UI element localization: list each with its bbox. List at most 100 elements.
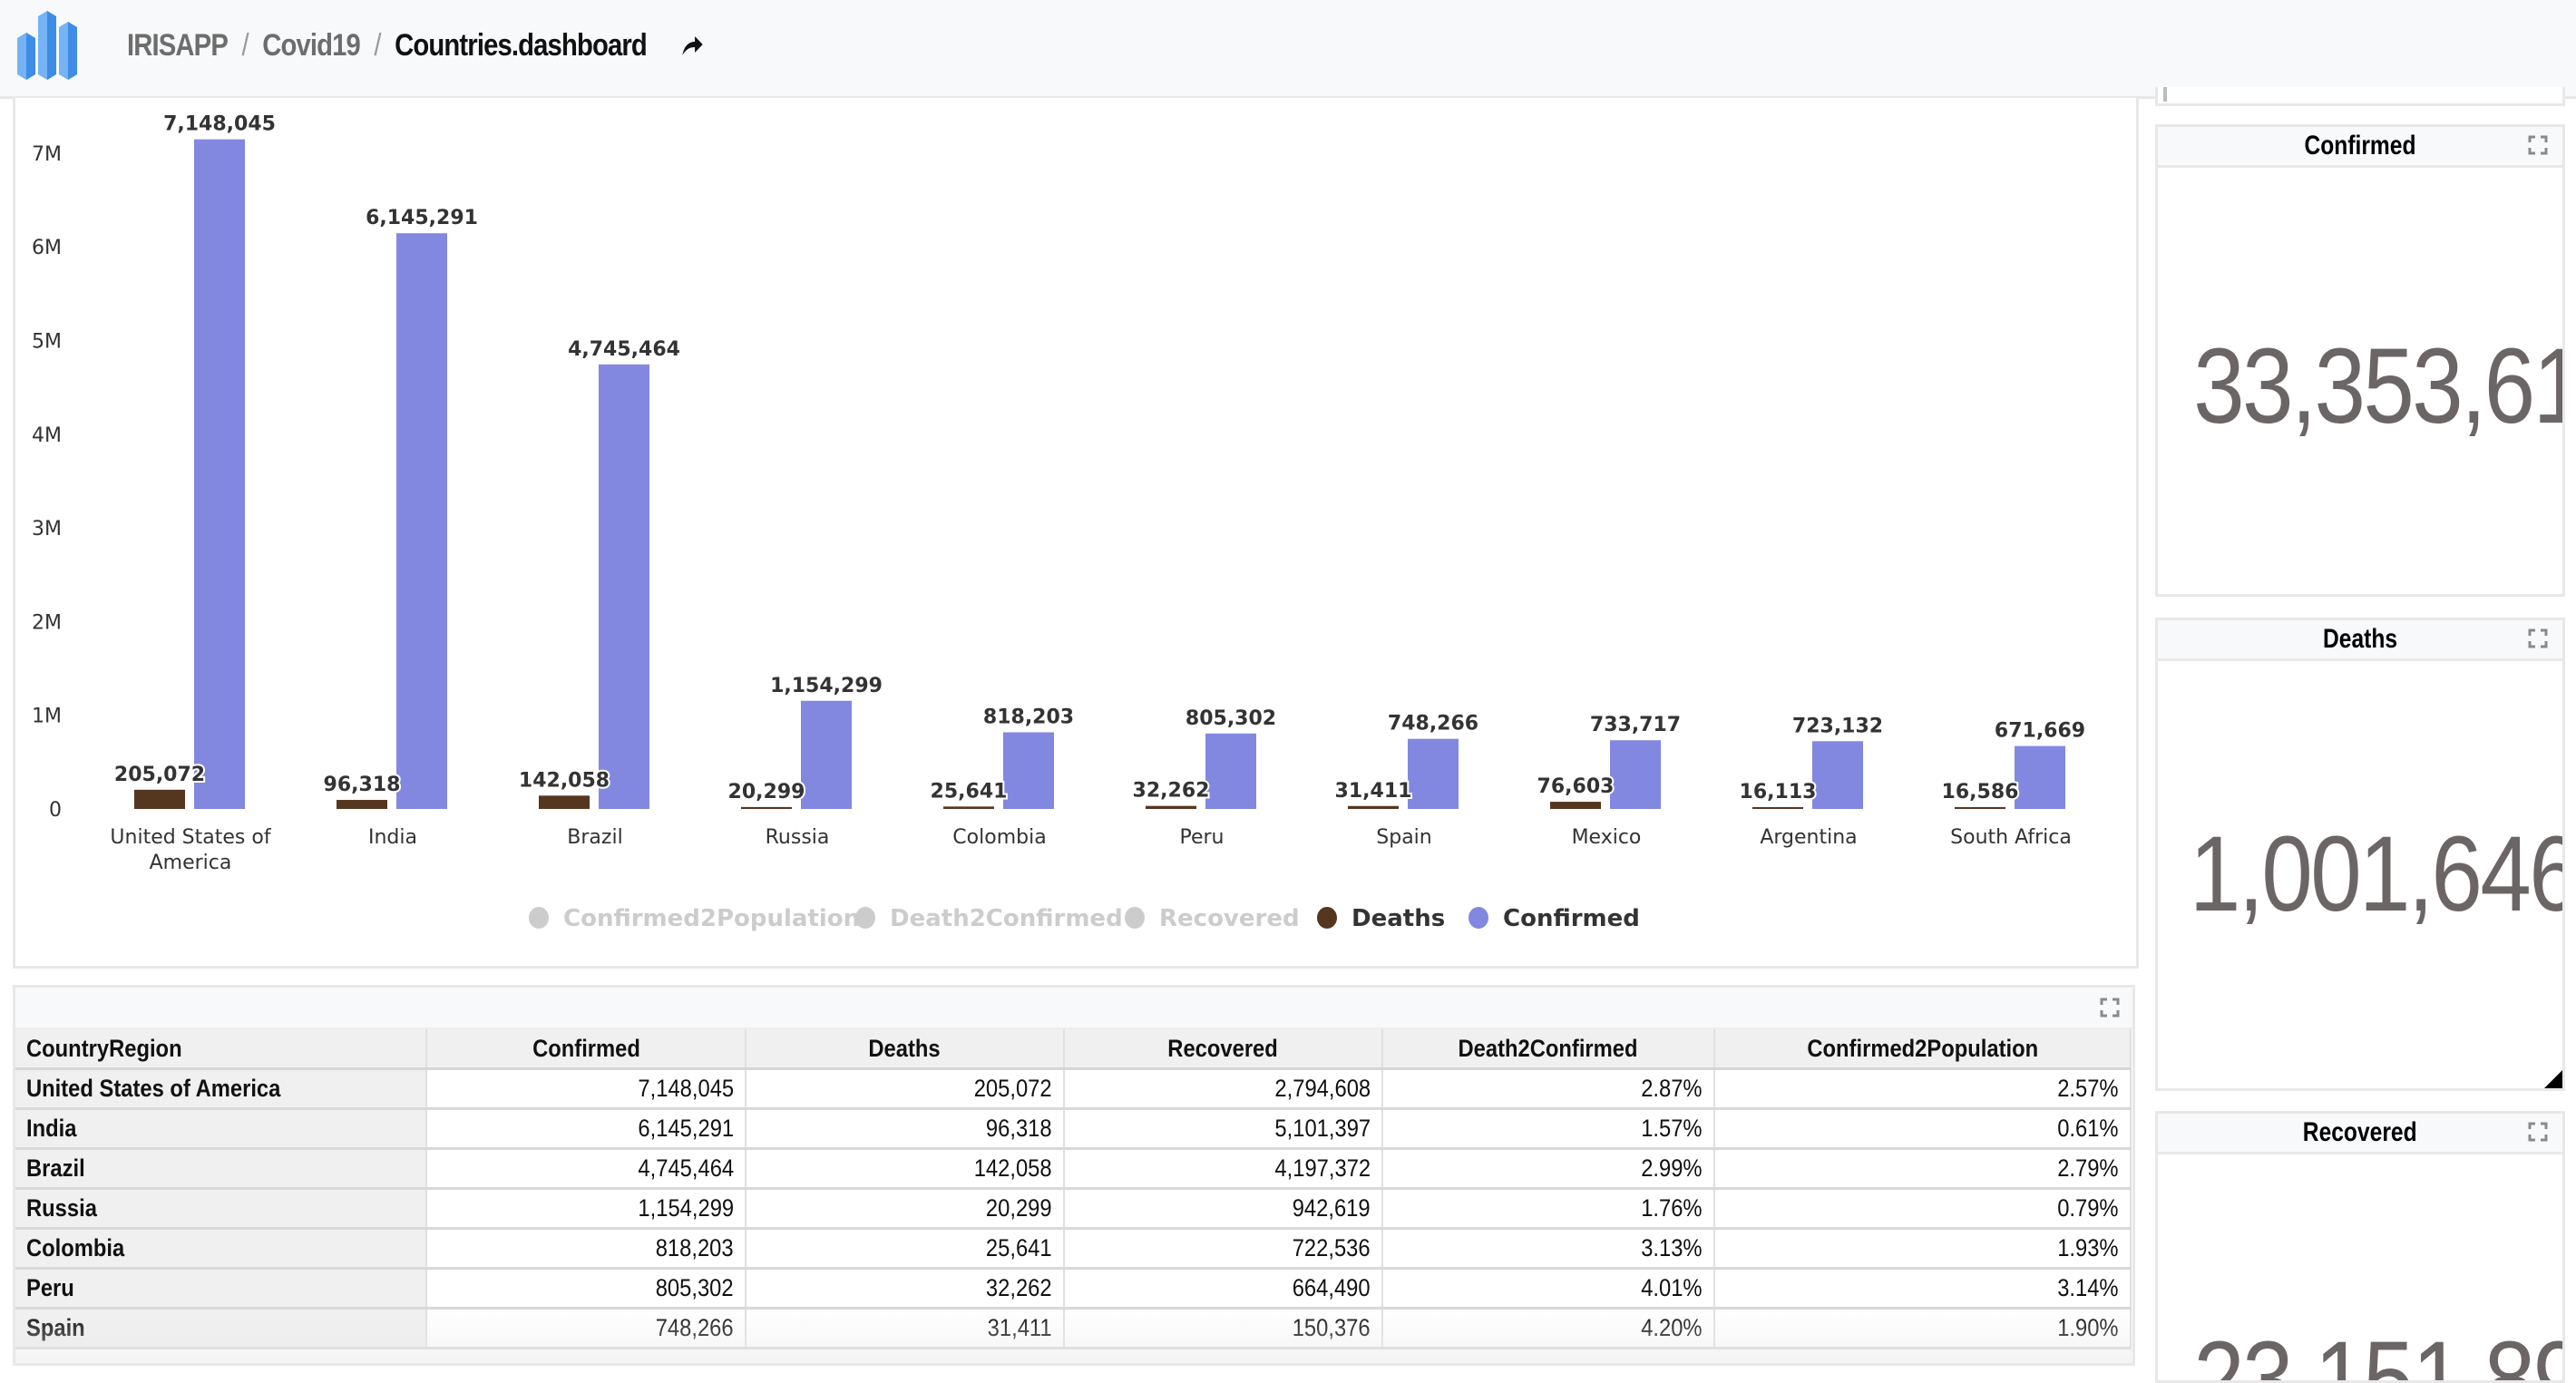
kpi-confirmed-widget: Confirmed 33,353,615 [2155,124,2565,597]
scrollbar[interactable] [2163,87,2167,102]
table-cell-country: United States of America [15,1068,427,1110]
legend-item-death2confirmed[interactable]: Death2Confirmed [855,905,1123,932]
bar-confirmed[interactable] [396,233,447,810]
expand-icon[interactable] [2528,1122,2548,1142]
table-cell-country: Russia [15,1188,427,1230]
table-cell-confirmed: 7,148,045 [426,1068,746,1110]
bar-confirmed[interactable] [1610,740,1661,809]
y-tick-label: 3M [32,518,62,541]
bar-confirmed[interactable] [1003,732,1054,809]
y-tick-label: 2M [32,611,62,634]
table-row[interactable]: Spain 748,266 31,411 150,376 4.20% 1.90% [15,1308,2132,1349]
bar-deaths[interactable] [1146,805,1196,809]
legend-marker-icon [1317,907,1337,929]
table-cell-death2confirmed: 1.76% [1382,1188,1715,1230]
table-cell-deaths: 32,262 [746,1268,1065,1310]
table-cell-death2confirmed: 1.57% [1382,1108,1715,1150]
column-header-countryregion[interactable]: CountryRegion [15,1029,427,1070]
expand-icon[interactable] [2528,135,2548,155]
table-cell-confirmed: 748,266 [426,1308,746,1349]
table-cell-confirmed: 6,145,291 [426,1108,746,1150]
bar-deaths[interactable] [539,795,590,809]
data-label-deaths: 142,058 [519,769,610,792]
table-cell-confirmed2population: 2.57% [1714,1068,2132,1110]
bar-deaths[interactable] [943,806,994,809]
table-widget-header [15,988,2132,1029]
resize-handle[interactable] [2544,1070,2562,1088]
data-label-deaths: 76,603 [1537,775,1615,798]
data-table: CountryRegion Confirmed Deaths Recovered… [15,1029,2132,1349]
table-cell-recovered: 2,794,608 [1064,1068,1383,1110]
table-cell-recovered: 664,490 [1064,1268,1383,1310]
bar-confirmed[interactable] [1205,733,1256,809]
table-cell-confirmed2population: 1.90% [1714,1308,2132,1349]
bar-deaths[interactable] [337,800,387,809]
table-cell-confirmed: 4,745,464 [426,1148,746,1190]
y-tick-label: 5M [32,331,62,354]
data-label-deaths: 16,586 [1942,781,2019,804]
table-cell-death2confirmed: 2.99% [1382,1148,1715,1190]
bar-deaths[interactable] [741,806,792,809]
x-tick-label: Colombia [952,826,1046,849]
table-row[interactable]: Russia 1,154,299 20,299 942,619 1.76% 0.79% [15,1188,2132,1230]
table-row[interactable]: Peru 805,302 32,262 664,490 4.01% 3.14% [15,1268,2132,1310]
table-row[interactable]: United States of America 7,148,045 205,072… [15,1068,2132,1110]
table-cell-deaths: 20,299 [746,1188,1065,1230]
bar-confirmed[interactable] [194,139,245,810]
table-cell-recovered: 5,101,397 [1064,1108,1383,1150]
column-header-recovered[interactable]: Recovered [1064,1029,1383,1070]
widget-partial-top [2155,87,2565,106]
table-cell-country: Brazil [15,1148,427,1190]
table-cell-death2confirmed: 4.01% [1382,1268,1715,1310]
column-header-confirmed[interactable]: Confirmed [426,1029,746,1070]
legend-label: Confirmed [1503,905,1640,932]
share-arrow-icon[interactable] [681,34,705,57]
kpi-recovered-widget: Recovered 23,151,891 [2155,1111,2565,1383]
breadcrumb-irisapp[interactable]: IRISAPP [127,28,229,63]
data-label-deaths: 25,641 [931,780,1008,803]
table-cell-confirmed: 805,302 [426,1268,746,1310]
bar-deaths[interactable] [1550,802,1601,809]
x-tick-label: Peru [1179,826,1224,849]
bar-confirmed[interactable] [1408,738,1459,809]
table-cell-death2confirmed: 4.20% [1382,1308,1715,1349]
table-row[interactable]: Colombia 818,203 25,641 722,536 3.13% 1.93% [15,1228,2132,1270]
kpi-title: Recovered [2303,1117,2417,1147]
x-tick-label: Russia [766,826,830,849]
expand-icon[interactable] [2528,628,2548,648]
table-cell-confirmed2population: 0.79% [1714,1188,2132,1230]
table-row[interactable]: India 6,145,291 96,318 5,101,397 1.57% 0.61% [15,1108,2132,1150]
table-header-row: CountryRegion Confirmed Deaths Recovered… [15,1029,2132,1070]
column-header-death2confirmed[interactable]: Death2Confirmed [1382,1029,1715,1070]
bar-deaths[interactable] [134,789,185,809]
bar-deaths[interactable] [1955,807,2005,809]
data-label-deaths: 20,299 [728,781,805,804]
bar-confirmed[interactable] [1812,741,1863,809]
data-label-confirmed: 4,745,464 [568,338,680,361]
bar-deaths[interactable] [1752,807,1803,809]
y-tick-label: 1M [32,706,62,728]
breadcrumb: IRISAPP / Covid19 / Countries.dashboard [127,20,705,71]
table-cell-deaths: 142,058 [746,1148,1065,1190]
table-cell-confirmed: 818,203 [426,1228,746,1270]
expand-icon[interactable] [2100,998,2120,1018]
bar-confirmed[interactable] [2015,745,2065,809]
bar-confirmed[interactable] [801,700,852,809]
x-tick-label: India [368,826,417,849]
column-header-deaths[interactable]: Deaths [746,1029,1065,1070]
table-cell-recovered: 942,619 [1064,1188,1383,1230]
data-label-confirmed: 748,266 [1388,713,1478,735]
legend-item-confirmed2population[interactable]: Confirmed2Population [529,905,860,932]
legend-marker-icon [529,907,549,929]
breadcrumb-covid19[interactable]: Covid19 [262,28,361,63]
bar-deaths[interactable] [1348,805,1399,809]
table-cell-confirmed2population: 0.61% [1714,1108,2132,1150]
data-label-deaths: 16,113 [1740,781,1817,804]
column-header-confirmed2population[interactable]: Confirmed2Population [1714,1029,2132,1070]
legend-marker-icon [1469,907,1488,929]
y-tick-label: 4M [32,424,62,447]
bar-confirmed[interactable] [599,364,649,809]
table-row[interactable]: Brazil 4,745,464 142,058 4,197,372 2.99% 2.79… [15,1148,2132,1190]
bar-chart-logo-icon[interactable] [13,7,85,80]
table-cell-deaths: 25,641 [746,1228,1065,1270]
